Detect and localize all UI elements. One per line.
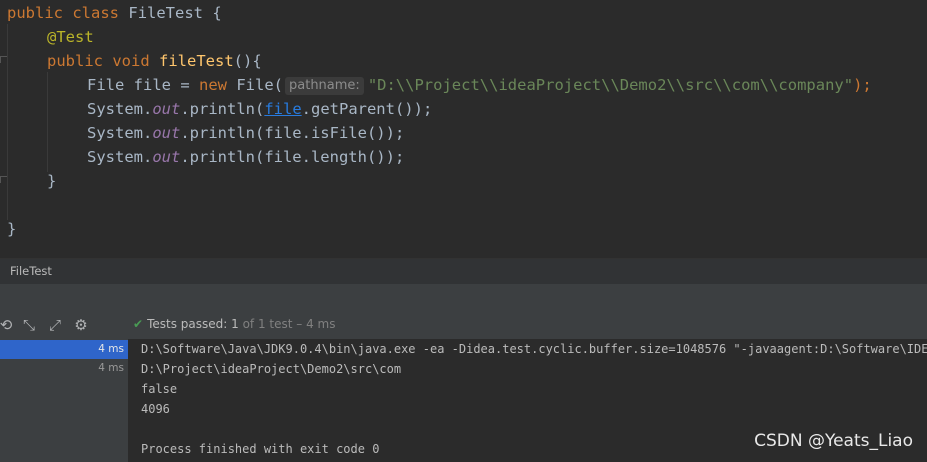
code-editor[interactable]: public class FileTest { @Test public voi… [0, 0, 927, 258]
fold-marker[interactable] [0, 56, 7, 63]
gear-icon[interactable]: ⚙ [72, 316, 90, 334]
code-line-6: System.out.println(file.isFile()); [87, 124, 405, 142]
console-line: false [141, 382, 178, 396]
console-line: 4096 [141, 402, 170, 416]
code-line-4: File file = new File(pathname: "D:\\Proje… [87, 76, 872, 95]
code-line-5: System.out.println(file.getParent()); [87, 100, 433, 118]
console-line: Process finished with exit code 0 [141, 442, 380, 456]
console-line: D:\Software\Java\JDK9.0.4\bin\java.exe -… [141, 342, 927, 356]
code-line-7: System.out.println(file.length()); [87, 148, 405, 166]
test-tree-item[interactable]: 4 ms [0, 340, 128, 359]
indent-guide [47, 72, 48, 172]
check-icon: ✔ [133, 317, 144, 331]
breadcrumb[interactable]: FileTest [0, 258, 927, 285]
file-variable-link[interactable]: file [264, 100, 301, 118]
test-tree: 4 ms 4 ms [0, 339, 129, 462]
breadcrumb-item-filetest[interactable]: FileTest [10, 264, 52, 278]
console-line: D:\Project\ideaProject\Demo2\src\com [141, 362, 402, 376]
code-line-1: public class FileTest { [7, 4, 222, 22]
indent-guide [7, 24, 8, 220]
test-tree-item[interactable]: 4 ms [0, 359, 128, 378]
expand-icon[interactable]: ⤢ [46, 316, 64, 334]
parameter-hint: pathname: [285, 77, 364, 95]
code-line-2: @Test [47, 28, 94, 46]
code-line-8: } [47, 172, 57, 190]
test-status: ✔ Tests passed: 1 of 1 test – 4 ms [133, 317, 336, 331]
rerun-failed-icon[interactable]: ⟲ [0, 316, 15, 334]
test-runner-toolbar: ⟲ ⤡ ⤢ ⚙ ✔ Tests passed: 1 of 1 test – 4 m… [0, 311, 927, 339]
code-line-9: } [7, 220, 17, 238]
fold-marker[interactable] [0, 176, 7, 183]
collapse-icon[interactable]: ⤡ [20, 316, 38, 334]
code-line-3: public void fileTest(){ [47, 52, 262, 70]
run-tool-window-header [0, 284, 927, 312]
watermark: CSDN @Yeats_Liao [754, 431, 913, 451]
